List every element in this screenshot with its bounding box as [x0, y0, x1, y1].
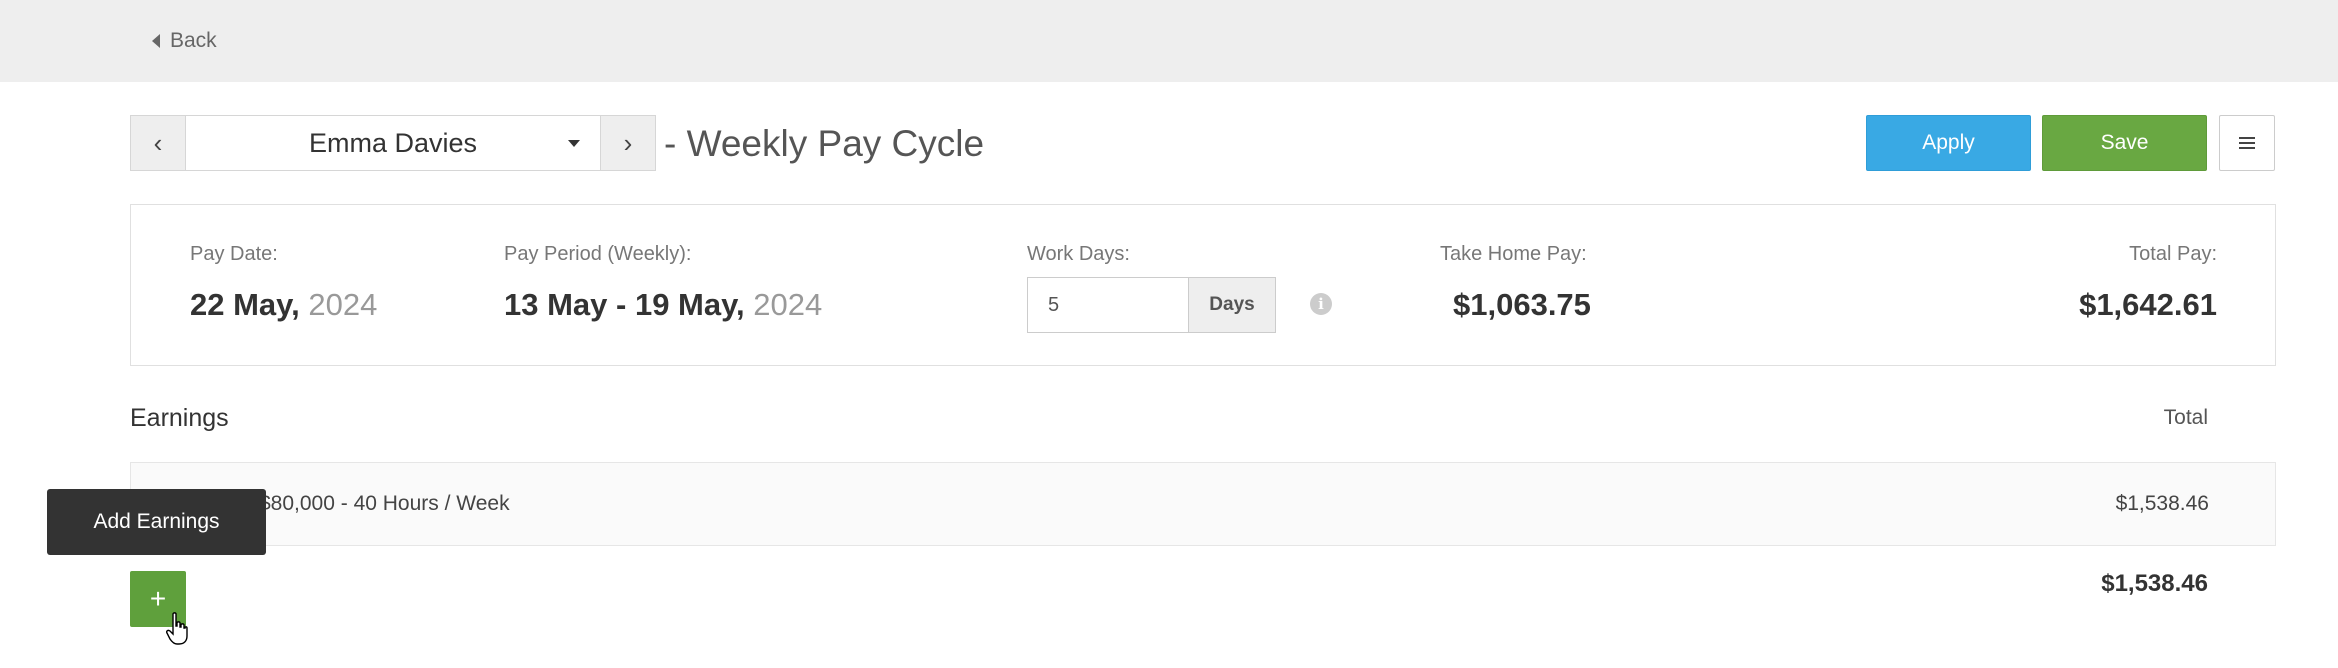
caret-down-icon [568, 140, 580, 147]
pay-period-year: 2024 [753, 287, 823, 322]
pay-date-day: 22 May, [190, 287, 300, 322]
top-bar: Back [0, 0, 2338, 82]
earnings-amount: $1,538.46 [2115, 492, 2209, 515]
pay-period-range: 13 May - 19 May, [504, 287, 745, 322]
back-label: Back [170, 29, 217, 52]
pay-date-label: Pay Date: [190, 243, 278, 265]
total-pay-value: $1,642.61 [2079, 287, 2217, 322]
total-pay-label: Total Pay: [2129, 243, 2217, 265]
employee-name: Emma Davies [308, 127, 478, 158]
add-earnings-tooltip: Add Earnings [47, 489, 266, 555]
earnings-sum: $1,538.46 [2101, 570, 2208, 597]
apply-button[interactable]: Apply [1866, 115, 2031, 171]
work-days-label: Work Days: [1027, 243, 1130, 265]
pay-period-value: 13 May - 19 May, 2024 [504, 287, 822, 323]
earnings-row[interactable]: $80,000 - 40 Hours / Week $1,538.46 [130, 462, 2276, 546]
next-employee-button[interactable]: › [600, 115, 656, 171]
earnings-total-header: Total [2163, 406, 2208, 429]
pay-summary-panel: Pay Date: 22 May, 2024 Pay Period (Weekl… [130, 204, 2276, 366]
chevron-left-icon: ‹ [153, 127, 163, 158]
hand-pointer-icon [166, 612, 188, 645]
hamburger-icon [2239, 137, 2255, 149]
menu-button[interactable] [2219, 115, 2275, 171]
save-button[interactable]: Save [2042, 115, 2207, 171]
earnings-title: Earnings [130, 404, 229, 432]
pay-date-value: 22 May, 2024 [190, 287, 377, 323]
back-link[interactable]: Back [152, 26, 217, 56]
chevron-right-icon: › [623, 127, 633, 158]
pay-date-year: 2024 [308, 287, 378, 322]
plus-icon: + [149, 583, 167, 614]
take-home-value: $1,063.75 [1453, 287, 1591, 322]
back-arrow-icon [152, 34, 160, 48]
previous-employee-button[interactable]: ‹ [130, 115, 186, 171]
employee-select[interactable]: Emma Davies [186, 115, 600, 171]
work-days-input[interactable]: 5 [1027, 277, 1188, 333]
employee-navigator: ‹ Emma Davies › [130, 115, 656, 171]
take-home-label: Take Home Pay: [1440, 243, 1587, 265]
earnings-description: $80,000 - 40 Hours / Week [259, 492, 510, 515]
pay-cycle-title: - Weekly Pay Cycle [664, 123, 985, 164]
work-days-unit: Days [1188, 277, 1276, 333]
info-icon[interactable]: i [1310, 293, 1332, 315]
pay-period-label: Pay Period (Weekly): [504, 243, 692, 265]
